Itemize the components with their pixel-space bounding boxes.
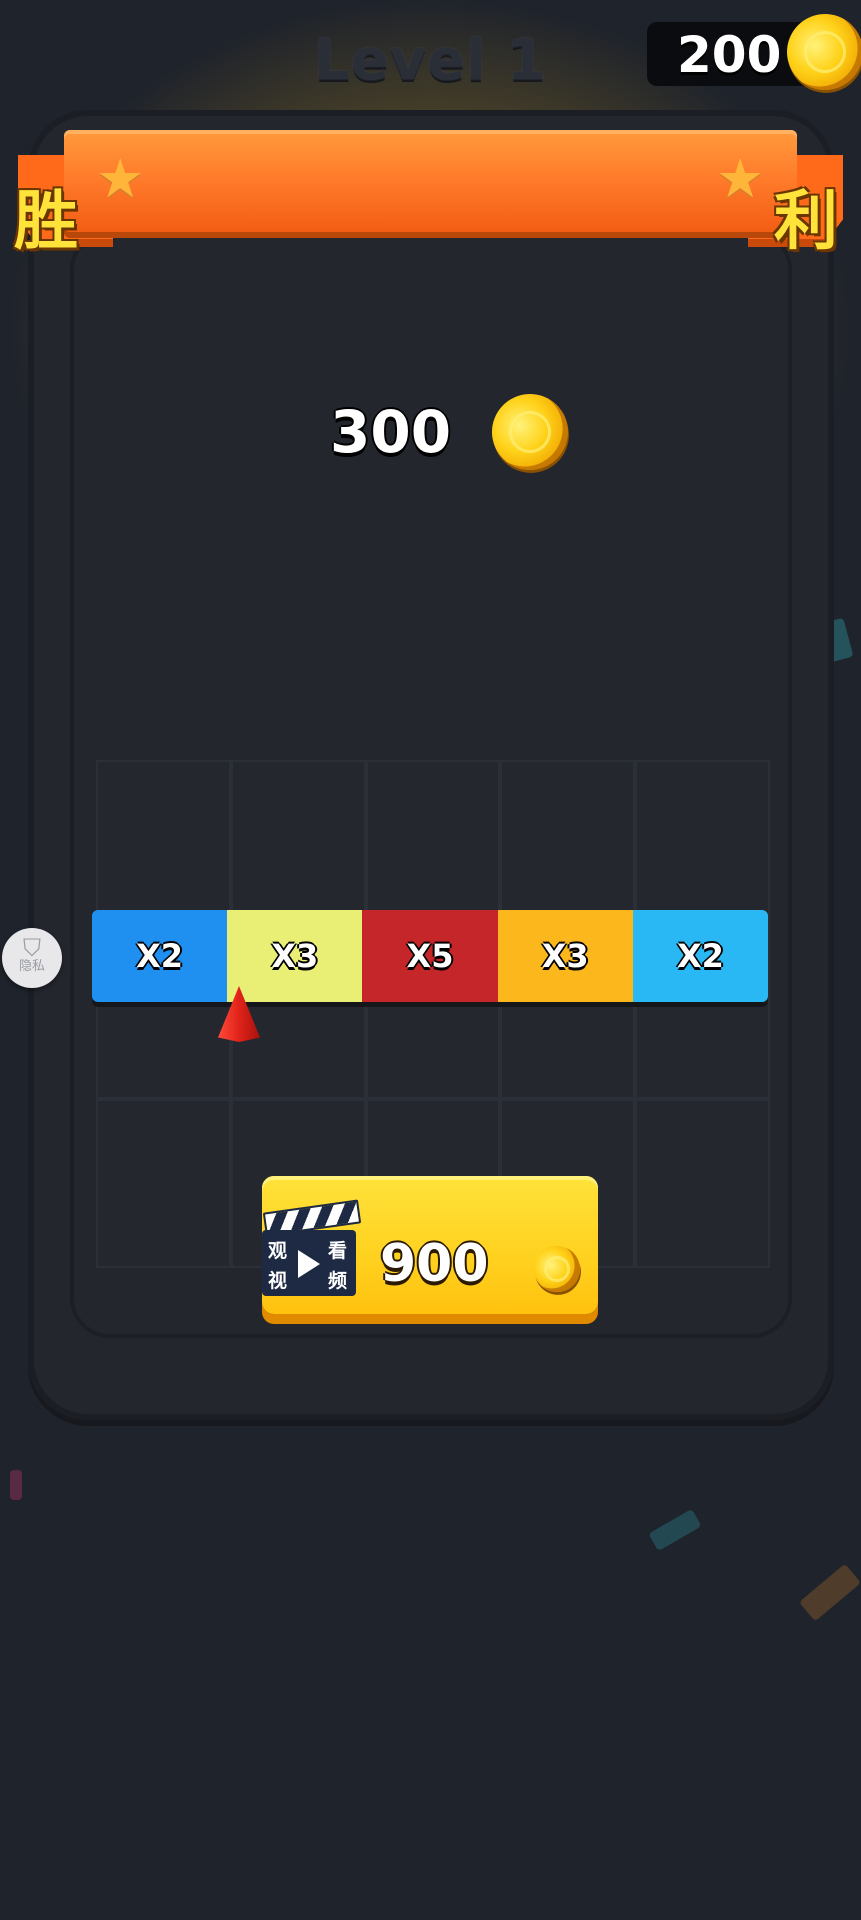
grid-cell [96,1098,231,1268]
coin-icon [528,1240,586,1298]
grid-cell [365,760,501,930]
grid-cell [96,760,231,930]
multiplier-bar: X2 X3 X5 X3 X2 [92,910,768,1002]
privacy-label: 隐私 [18,959,45,974]
multiplier-segment: X5 [362,910,498,1002]
victory-banner-left-text: 胜 [14,185,78,259]
clapper-text: 频 [328,1270,348,1292]
watch-video-button[interactable]: 观 看 视 频 900 [262,1176,598,1314]
video-reward-amount: 900 [380,1234,489,1294]
confetti [798,1563,861,1622]
multiplier-segment: X3 [227,910,363,1002]
clapper-text: 视 [268,1270,288,1292]
grid-cell [500,760,636,930]
privacy-button[interactable]: ⛉ 隐私 [2,928,62,988]
victory-banner-right-text: 利 [774,185,838,259]
clapper-text: 观 [268,1240,288,1262]
coin-balance: 200 [647,4,861,100]
play-icon [298,1250,320,1278]
grid-cell [635,1098,770,1268]
victory-banner [64,130,797,232]
reward-amount: 300 [330,398,452,466]
confetti [10,1470,22,1500]
star-icon: ★ [96,147,145,210]
multiplier-segment: X2 [632,910,768,1002]
grid-cell [635,760,770,930]
shield-icon: ⛉ [23,934,41,962]
grid-cell [230,760,366,930]
confetti [648,1508,702,1552]
coin-balance-value: 200 [677,26,782,84]
clapperboard-icon: 观 看 视 频 [262,1199,362,1298]
multiplier-segment: X2 [92,910,228,1002]
multiplier-segment: X3 [497,910,633,1002]
clapper-text: 看 [328,1240,348,1262]
star-icon: ★ [716,147,765,210]
